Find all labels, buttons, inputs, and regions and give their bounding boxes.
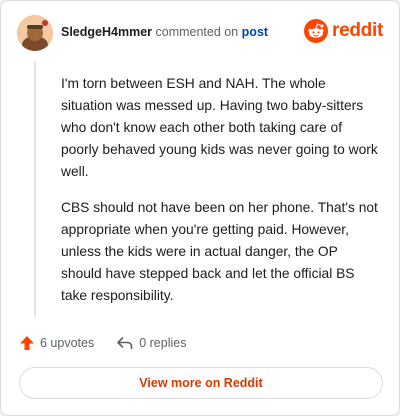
upvotes-count: 6 upvotes [40, 336, 95, 350]
upvote-arrow-icon [20, 336, 34, 350]
reddit-logo-icon [304, 19, 329, 43]
post-link[interactable]: post [242, 25, 268, 39]
reddit-wordmark: reddit [332, 20, 383, 41]
comment-header: SledgeH4mmer commented on post [61, 25, 268, 39]
comment-paragraph: I'm torn between ESH and NAH. The whole … [61, 76, 378, 179]
upvote-button[interactable]: 6 upvotes [19, 335, 94, 351]
comment-paragraph: CBS should not have been on her phone. T… [61, 200, 378, 303]
avatar-image-icon [17, 15, 53, 51]
comment-card: SledgeH4mmer commented on post reddit I'… [0, 0, 400, 416]
view-more-button[interactable]: View more on Reddit [19, 367, 383, 399]
replies-button[interactable]: 0 replies [116, 335, 186, 351]
comment-actions: 6 upvotes 0 replies [19, 335, 186, 351]
reply-arrow-icon [117, 337, 133, 350]
thread-line [34, 61, 36, 317]
reddit-brand[interactable]: reddit [304, 19, 383, 43]
user-avatar[interactable] [17, 15, 53, 51]
commented-on-text: commented on [155, 25, 239, 39]
username[interactable]: SledgeH4mmer [61, 25, 152, 39]
comment-body: I'm torn between ESH and NAH. The whole … [61, 73, 379, 321]
replies-count: 0 replies [139, 336, 187, 350]
